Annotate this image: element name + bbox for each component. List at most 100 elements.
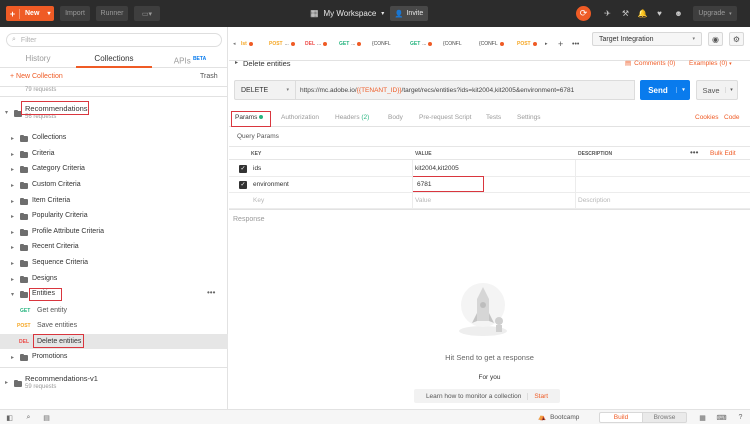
request-tab[interactable]: GET... [339, 39, 362, 49]
workspace-switcher[interactable]: ▦ My Workspace ▾ [310, 7, 384, 20]
build-toggle[interactable]: Build [599, 412, 643, 423]
tab-collections[interactable]: Collections [76, 52, 152, 68]
cookies-link[interactable]: Cookies [695, 114, 718, 121]
folder-row[interactable]: ▸ Profile Attribute Criteria [0, 225, 228, 240]
code-link[interactable]: Code [724, 114, 740, 121]
column-value: VALUE [415, 151, 432, 157]
save-button[interactable]: Save ▾ [696, 80, 738, 100]
folder-row[interactable]: ▸ Category Criteria [0, 162, 228, 177]
value-placeholder[interactable]: Value [415, 197, 431, 204]
folder-row[interactable]: ▸ Promotions [0, 350, 228, 365]
user-icon[interactable]: ☻ [673, 8, 684, 19]
request-tab[interactable]: POST [517, 39, 537, 49]
request-row[interactable]: POST Save entities [0, 318, 228, 333]
rocket-illustration [459, 283, 507, 336]
layout-icon[interactable]: ▦ [698, 413, 707, 422]
param-key[interactable]: environment [253, 181, 289, 188]
param-value[interactable]: kit2004,kit2005 [415, 165, 459, 172]
bulk-edit-link[interactable]: Bulk Edit [710, 150, 736, 157]
key-placeholder[interactable]: Key [253, 197, 264, 204]
tab-history[interactable]: History [0, 52, 76, 68]
more-options-icon[interactable]: ••• [207, 288, 215, 297]
url-input[interactable]: https://mc.adobe.io/{{TENANT_ID}}/target… [296, 80, 635, 100]
more-options-icon[interactable]: ••• [690, 148, 698, 157]
sync-icon[interactable]: ⟳ [576, 6, 591, 21]
folder-row[interactable]: ▸ Sequence Criteria [0, 256, 228, 271]
checkbox[interactable]: ✓ [239, 181, 247, 189]
add-tab-icon[interactable]: + [558, 39, 563, 49]
browse-toggle[interactable]: Browse [643, 412, 687, 423]
folder-row[interactable]: ▸ Custom Criteria [0, 178, 228, 193]
eye-icon[interactable]: ◉ [708, 32, 723, 46]
request-tab[interactable]: {CONFL [372, 39, 391, 49]
folder-row[interactable]: ▸ Recent Criteria [0, 240, 228, 255]
import-button[interactable]: Import [60, 6, 90, 21]
chevron-down-icon[interactable]: ▾ [676, 87, 690, 93]
method-select[interactable]: DELETE ▾ [234, 80, 296, 100]
tab-authorization[interactable]: Authorization [281, 114, 319, 121]
tab-settings[interactable]: Settings [517, 114, 541, 121]
description-placeholder[interactable]: Description [578, 197, 611, 204]
invite-button[interactable]: 👤 Invite [390, 6, 428, 21]
folder-row[interactable]: ▸ Popularity Criteria [0, 209, 228, 224]
request-tab[interactable]: GET... [410, 39, 433, 49]
runner-button[interactable]: Runner [96, 6, 128, 21]
top-bar: + New ▾ Import Runner ▭▾ ▦ My Workspace … [0, 0, 750, 27]
request-tab[interactable]: POST... [269, 39, 295, 49]
chevron-right-icon: ▸ [11, 245, 15, 251]
sidebar-toggle-icon[interactable]: ◧ [5, 413, 14, 422]
examples-link[interactable]: Examples (0) ▾ [689, 60, 732, 67]
sidebar-tabs: History Collections APIs BETA [0, 52, 228, 68]
request-tab[interactable]: {CONFL [443, 39, 462, 49]
more-options-icon[interactable]: ••• [572, 39, 579, 49]
environment-select[interactable]: Target Integration ▾ [592, 32, 702, 46]
chevron-down-icon: ▾ [729, 61, 732, 67]
new-window-button[interactable]: ▭▾ [134, 6, 160, 21]
satellite-icon[interactable]: ✈ [602, 8, 613, 19]
start-button[interactable]: Start [527, 392, 548, 400]
upgrade-button[interactable]: Upgrade ▾ [693, 6, 737, 21]
new-collection-button[interactable]: + New Collection [10, 73, 63, 80]
tab-body[interactable]: Body [388, 114, 403, 121]
console-icon[interactable]: ▤ [42, 413, 51, 422]
tab-tests[interactable]: Tests [486, 114, 501, 121]
chevron-down-icon[interactable]: ▾ [44, 10, 54, 17]
filter-input[interactable]: ⌕ Filter [6, 33, 222, 47]
chevron-right-icon[interactable]: ▸ [235, 59, 238, 68]
checkbox[interactable]: ✓ [239, 165, 247, 173]
folder-row[interactable]: ▸ Designs [0, 272, 228, 287]
bootcamp-link[interactable]: ⛺ Bootcamp [538, 413, 579, 422]
comments-link[interactable]: ▤ Comments (0) [625, 59, 675, 68]
send-button[interactable]: Send ▾ [640, 80, 690, 100]
folder-row[interactable]: ▸ Item Criteria [0, 194, 228, 209]
wrench-icon[interactable]: ⚒ [620, 8, 631, 19]
trash-link[interactable]: Trash [200, 73, 218, 80]
chevron-down-icon[interactable]: ▾ [725, 87, 737, 93]
request-tab[interactable]: Ist [241, 39, 253, 49]
tab-prerequest-script[interactable]: Pre-request Script [419, 114, 471, 121]
gear-icon[interactable]: ⚙ [729, 32, 744, 46]
request-title: ▸ Delete entities [235, 59, 291, 68]
chevron-left-icon[interactable]: ◂ [233, 39, 236, 49]
folder-label: Profile Attribute Criteria [32, 228, 104, 235]
folder-row[interactable]: ▸ Collections [0, 131, 228, 146]
param-key[interactable]: ids [253, 165, 261, 172]
collection-recommendations-v1[interactable]: ▸ Recommendations-v1 59 requests [0, 371, 228, 393]
keyboard-icon[interactable]: ⌨ [716, 413, 726, 422]
folder-label: Custom Criteria [32, 181, 81, 188]
tab-headers[interactable]: Headers (2) [335, 114, 369, 121]
help-icon[interactable]: ? [736, 413, 745, 422]
search-icon: ⌕ [12, 36, 16, 43]
bell-icon[interactable]: 🔔 [637, 8, 648, 19]
tab-apis[interactable]: APIs BETA [152, 52, 228, 68]
heart-icon[interactable]: ♥ [654, 8, 665, 19]
request-tab[interactable]: DEL... [305, 39, 328, 49]
chevron-right-icon[interactable]: ▸ [545, 39, 548, 49]
folder-row[interactable]: ▸ Criteria [0, 147, 228, 162]
new-button[interactable]: + New ▾ [6, 6, 54, 21]
request-tab[interactable]: {CONFL [479, 39, 504, 49]
folder-label: Promotions [32, 353, 68, 360]
request-row[interactable]: GET Get entity [0, 303, 228, 318]
search-icon[interactable]: ⌕ [24, 413, 33, 422]
chevron-right-icon: ▸ [11, 230, 15, 236]
